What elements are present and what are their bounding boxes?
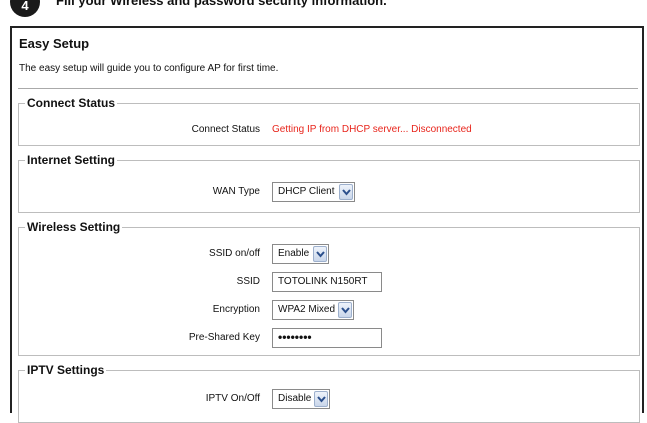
connect-status-legend: Connect Status: [27, 96, 116, 110]
instruction-banner: 4 Fill your Wireless and password securi…: [0, 0, 647, 26]
ssid-onoff-label: SSID on/off: [209, 248, 260, 259]
chevron-down-icon: [314, 391, 328, 407]
pre-shared-key-input[interactable]: ••••••••: [272, 328, 382, 348]
encryption-value: WPA2 Mixed: [278, 304, 336, 315]
step-number-badge: 4: [10, 0, 40, 17]
pre-shared-key-label: Pre-Shared Key: [188, 332, 260, 343]
divider: [18, 88, 638, 89]
instruction-text: Fill your Wireless and password security…: [56, 0, 387, 8]
connect-status-value: Getting IP from DHCP server... Disconnec…: [272, 124, 472, 135]
connect-status-label: Connect Status: [191, 124, 260, 135]
chevron-down-icon: [339, 184, 353, 200]
page-description: The easy setup will guide you to configu…: [19, 63, 279, 74]
iptv-onoff-value: Disable: [278, 393, 312, 404]
iptv-onoff-select[interactable]: Disable: [272, 389, 330, 409]
wan-type-label: WAN Type: [212, 186, 260, 197]
step-number: 4: [21, 0, 29, 13]
wan-type-select[interactable]: DHCP Client: [272, 182, 355, 202]
internet-setting-legend: Internet Setting: [27, 153, 116, 167]
ssid-label: SSID: [236, 276, 260, 287]
pre-shared-key-value: ••••••••: [278, 330, 312, 344]
wireless-setting-legend: Wireless Setting: [27, 220, 121, 234]
encryption-label: Encryption: [212, 304, 260, 315]
ssid-onoff-select[interactable]: Enable: [272, 244, 329, 264]
wan-type-value: DHCP Client: [278, 186, 335, 197]
encryption-select[interactable]: WPA2 Mixed: [272, 300, 354, 320]
chevron-down-icon: [313, 246, 327, 262]
iptv-settings-legend: IPTV Settings: [27, 363, 105, 377]
ssid-input[interactable]: TOTOLINK N150RT: [272, 272, 382, 292]
iptv-onoff-label: IPTV On/Off: [205, 393, 260, 404]
ssid-value: TOTOLINK N150RT: [278, 276, 368, 287]
chevron-down-icon: [338, 302, 352, 318]
ssid-onoff-value: Enable: [278, 248, 310, 259]
page-title: Easy Setup: [19, 36, 90, 51]
connect-status-section: Connect Status: [18, 96, 640, 146]
